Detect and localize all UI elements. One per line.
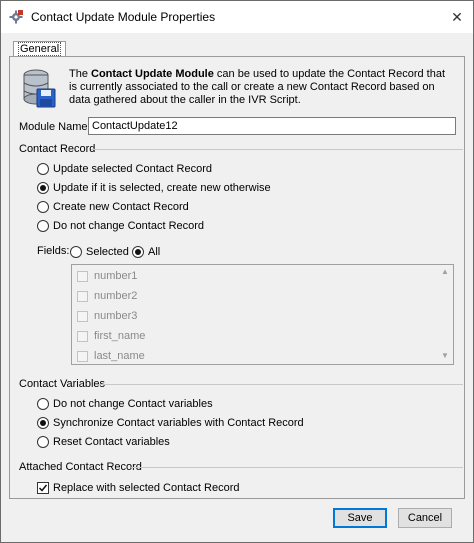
cancel-button[interactable]: Cancel [398, 508, 452, 528]
window-title: Contact Update Module Properties [31, 10, 216, 24]
tab-general[interactable]: General [13, 41, 67, 57]
module-gear-icon [9, 10, 23, 24]
field-checkbox[interactable] [77, 310, 88, 322]
list-item[interactable]: last_name [77, 349, 145, 363]
module-description: The Contact Update Module can be used to… [69, 68, 446, 106]
scroll-up-icon[interactable]: ▲ [441, 267, 449, 276]
vertical-scrollbar[interactable]: ▲ ▼ [439, 265, 453, 364]
checkmark-icon [38, 484, 48, 492]
fields-label: Fields: [37, 245, 70, 257]
radio-indicator [37, 436, 49, 449]
title-bar[interactable]: Contact Update Module Properties ✕ [1, 1, 473, 33]
module-name-label: Module Name: [19, 121, 91, 133]
tab-label: General [18, 42, 62, 56]
list-item[interactable]: number1 [77, 269, 137, 283]
radio-update-or-create[interactable]: Update if it is selected, create new oth… [37, 181, 271, 195]
list-item[interactable]: number2 [77, 289, 137, 303]
radio-do-not-change-record[interactable]: Do not change Contact Record [37, 219, 204, 233]
radio-synchronize-variables[interactable]: Synchronize Contact variables with Conta… [37, 416, 304, 430]
attached-record-section-title: Attached Contact Record [19, 461, 142, 473]
save-button[interactable]: Save [333, 508, 387, 528]
radio-indicator [37, 398, 49, 411]
field-checkbox[interactable] [77, 330, 88, 342]
field-list[interactable]: number1 number2 number3 first_name last_… [71, 264, 454, 365]
replace-record-checkbox[interactable] [37, 482, 49, 495]
radio-indicator [37, 220, 49, 233]
radio-do-not-change-variables[interactable]: Do not change Contact variables [37, 397, 213, 411]
scroll-down-icon[interactable]: ▼ [441, 351, 449, 360]
module-name-bold: Contact Update Module [91, 68, 214, 80]
close-button[interactable]: ✕ [447, 7, 467, 27]
close-icon: ✕ [451, 9, 463, 25]
module-name-input[interactable] [88, 117, 456, 135]
radio-create-new[interactable]: Create new Contact Record [37, 200, 189, 214]
field-checkbox[interactable] [77, 290, 88, 302]
list-item[interactable]: first_name [77, 329, 145, 343]
radio-indicator [37, 201, 49, 214]
radio-indicator [70, 246, 82, 259]
contact-variables-section-title: Contact Variables [19, 378, 106, 390]
field-checkbox[interactable] [77, 350, 88, 362]
properties-dialog: Contact Update Module Properties ✕ Gener… [0, 0, 474, 543]
list-item[interactable]: number3 [77, 309, 137, 323]
replace-record-checkbox-row[interactable]: Replace with selected Contact Record [37, 481, 239, 495]
radio-fields-all[interactable]: All [132, 245, 160, 259]
section-divider [99, 384, 463, 385]
radio-indicator [132, 246, 144, 259]
database-disk-icon [23, 69, 56, 108]
section-divider [91, 149, 463, 150]
radio-indicator [37, 182, 49, 195]
radio-fields-selected[interactable]: Selected [70, 245, 129, 259]
contact-record-section-title: Contact Record [19, 143, 96, 155]
radio-reset-variables[interactable]: Reset Contact variables [37, 435, 170, 449]
radio-update-selected[interactable]: Update selected Contact Record [37, 162, 212, 176]
radio-indicator [37, 417, 49, 430]
section-divider [131, 467, 463, 468]
radio-indicator [37, 163, 49, 176]
field-checkbox[interactable] [77, 270, 88, 282]
